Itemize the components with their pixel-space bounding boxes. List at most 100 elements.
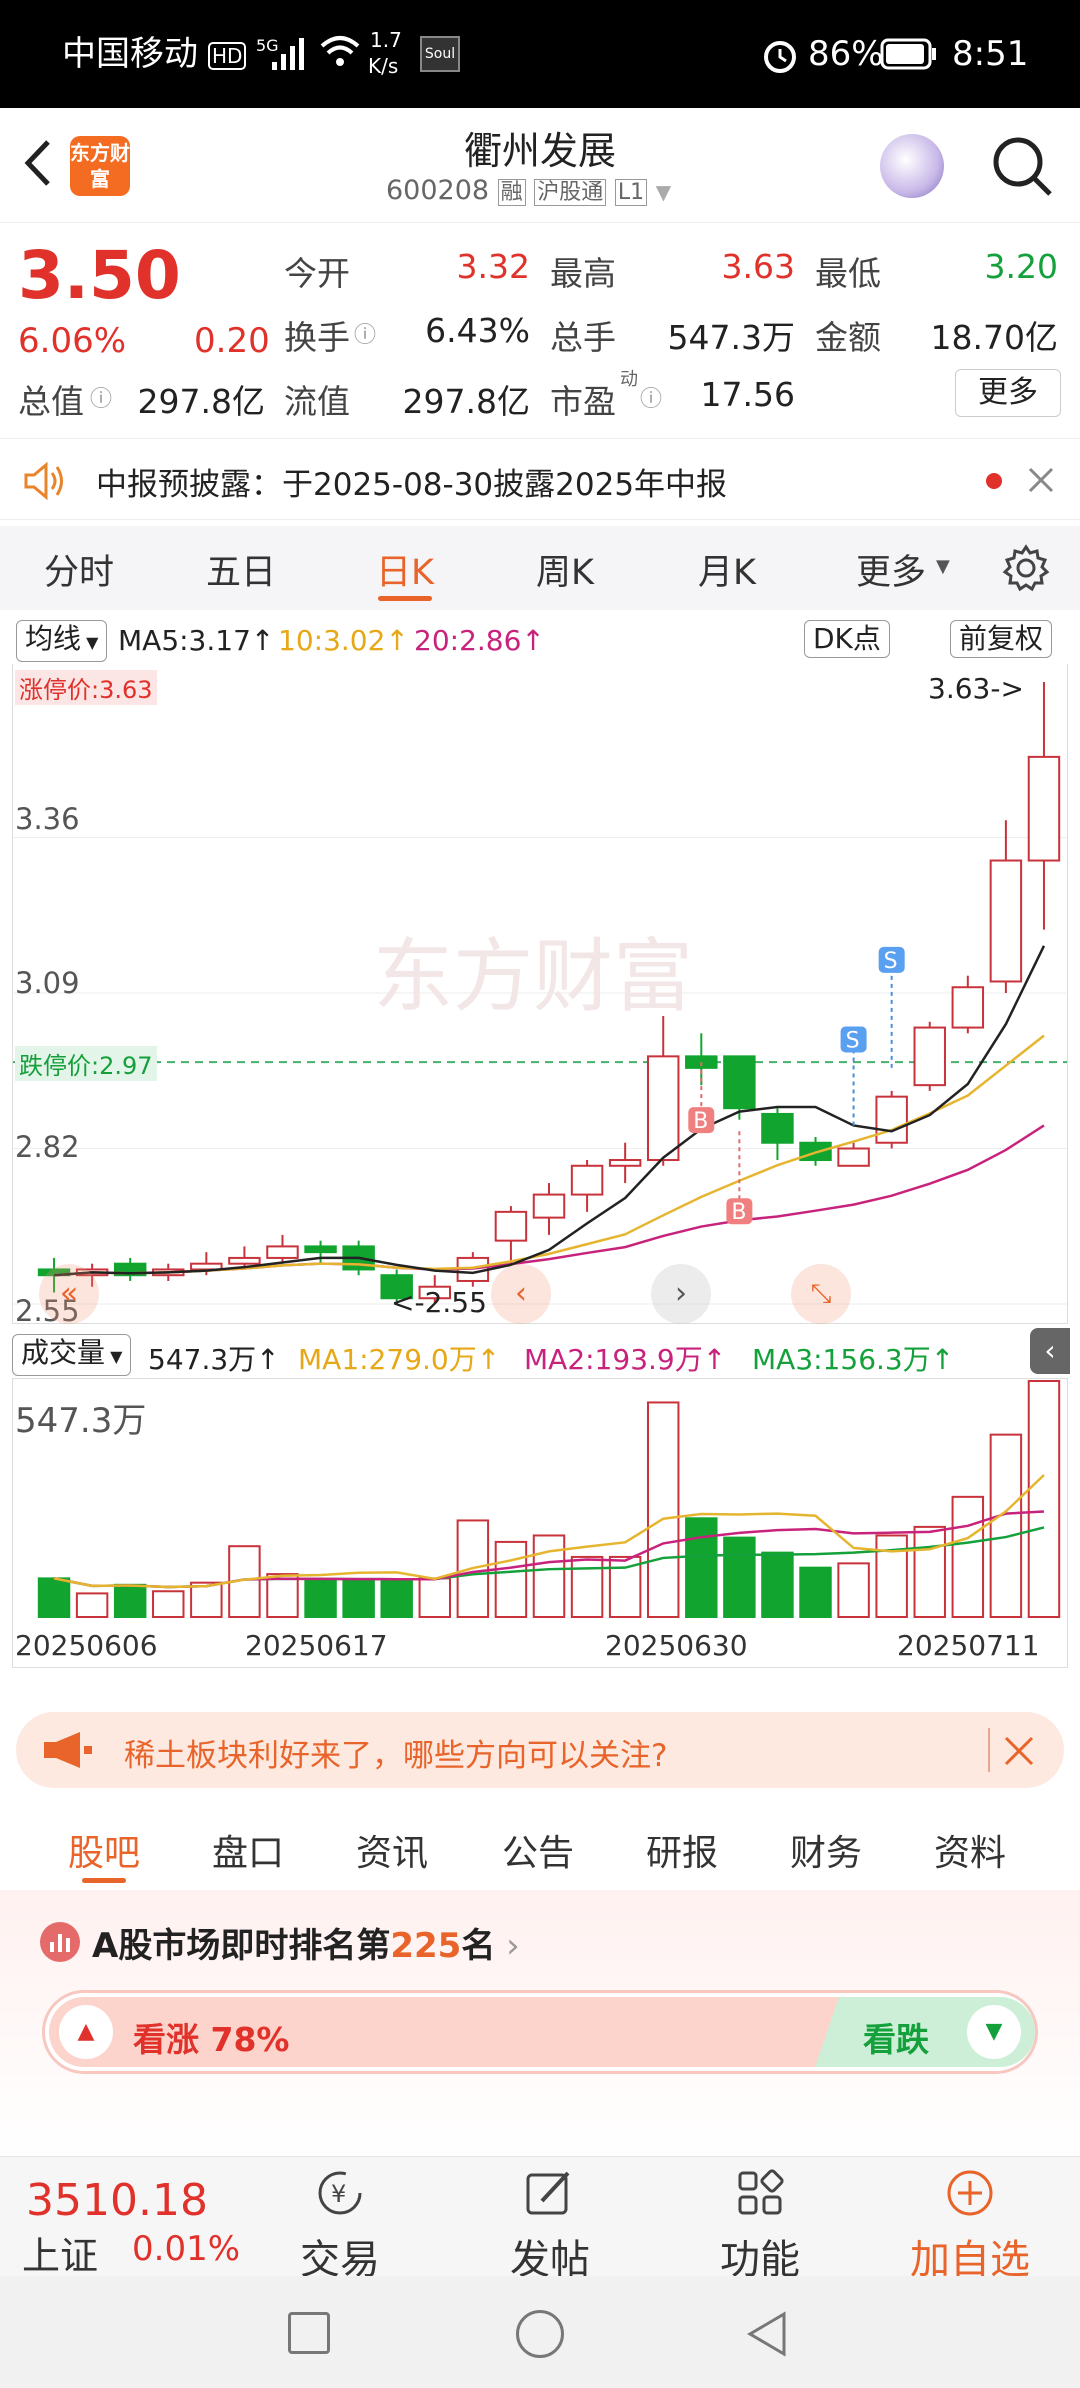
net-speed: 1.7 xyxy=(370,28,402,52)
unread-dot xyxy=(986,473,1002,489)
volume-label: 总手 xyxy=(550,318,616,357)
tab-profile[interactable]: 资料 xyxy=(934,1824,1006,1876)
function-button[interactable]: 功能 xyxy=(690,2167,830,2285)
add-watchlist-button[interactable]: 加自选 xyxy=(900,2167,1040,2285)
index-name: 上证 xyxy=(22,2234,99,2278)
collapse-panel-icon[interactable]: ‹ xyxy=(1030,1328,1070,1374)
info-icon[interactable]: ⓘ xyxy=(354,317,376,349)
clock: 8:51 xyxy=(952,34,1029,74)
close-icon[interactable] xyxy=(1026,465,1056,495)
candle-body xyxy=(875,1095,908,1144)
edit-icon xyxy=(526,2171,570,2215)
date-label: 20250617 xyxy=(245,1629,388,1662)
tab-research[interactable]: 研报 xyxy=(646,1824,718,1876)
up-arrow-icon: ▲ xyxy=(59,2005,113,2059)
vote-up-area[interactable]: ▲ 看涨 78% xyxy=(49,1997,839,2067)
index-value[interactable]: 3510.18 xyxy=(26,2175,208,2226)
volume-bar xyxy=(418,1577,452,1619)
market-cap-value: 297.8亿 xyxy=(137,382,265,421)
float-cap-label: 流值 xyxy=(284,382,350,421)
tab-five-day[interactable]: 五日 xyxy=(206,544,276,595)
trade-button[interactable]: ¥ 交易 xyxy=(270,2167,410,2285)
vol-ma3: MA3:156.3万↑ xyxy=(752,1343,955,1376)
post-button[interactable]: 发帖 xyxy=(480,2167,620,2285)
system-nav-bar xyxy=(0,2276,1080,2388)
min-price-marker: <-2.55 xyxy=(391,1286,487,1319)
scroll-left-icon[interactable]: « xyxy=(39,1264,99,1324)
tab-news[interactable]: 资讯 xyxy=(356,1824,428,1876)
volume-bar xyxy=(989,1433,1023,1618)
vote-down-area[interactable]: 看跌 ▼ xyxy=(815,1997,1035,2067)
limit-down-label: 跌停价:2.97 xyxy=(15,1046,157,1081)
active-tab-indicator xyxy=(82,1878,126,1883)
tab-financials[interactable]: 财务 xyxy=(790,1824,862,1876)
news-banner[interactable]: 稀土板块利好来了，哪些方向可以关注? xyxy=(16,1712,1064,1788)
candle-body xyxy=(685,1055,718,1069)
kline-chart[interactable]: 东方财富 B B S S 涨停价:3.63 跌停价:2.97 3.63-> <-2.5… xyxy=(12,664,1068,1328)
volume-bar xyxy=(761,1551,794,1619)
back-nav-icon[interactable] xyxy=(744,2310,788,2358)
prev-icon[interactable]: ‹ xyxy=(491,1264,551,1324)
chevron-down-icon: ▼ xyxy=(936,556,950,577)
rank-suffix: 名 xyxy=(461,1926,496,1966)
info-icon[interactable]: ⓘ xyxy=(90,381,112,413)
search-icon[interactable] xyxy=(988,132,1058,202)
signal-icon xyxy=(272,38,304,70)
adjust-button[interactable]: 前复权 xyxy=(950,620,1053,658)
tab-more[interactable]: 更多 xyxy=(856,544,926,595)
volume-bar xyxy=(837,1562,870,1618)
ma-legend-bar: 均线 ▼ MA5:3.17↑ 10:3.02↑ 20:2.86↑ DK点 前复权 xyxy=(0,612,1080,664)
volume-svg xyxy=(37,1380,1061,1619)
volume-bar xyxy=(570,1555,604,1619)
date-label: 20250606 xyxy=(15,1629,158,1662)
notice-bar[interactable]: 中报预披露：于2025-08-30披露2025年中报 xyxy=(0,438,1080,520)
info-icon[interactable]: ⓘ xyxy=(640,381,662,413)
vol-max-label: 547.3万 xyxy=(15,1401,147,1441)
rank-chart-icon xyxy=(40,1922,80,1962)
candle-body xyxy=(1027,755,1061,862)
tab-monthly-k[interactable]: 月K xyxy=(698,544,756,595)
active-tab-indicator xyxy=(378,596,432,601)
stock-code-row[interactable]: 600208 融 沪股通 L1 ▼ xyxy=(386,174,671,206)
volume-bar xyxy=(152,1590,185,1619)
candle-body xyxy=(304,1245,337,1254)
turnover-value: 6.43% xyxy=(425,311,530,350)
date-label: 20250711 xyxy=(897,1629,1040,1662)
tab-announcements[interactable]: 公告 xyxy=(502,1824,574,1876)
ma-selector[interactable]: 均线 ▼ xyxy=(16,620,108,662)
svg-text:¥: ¥ xyxy=(331,2180,346,2208)
rank-title[interactable]: A股市场即时排名第225名 › xyxy=(92,1918,520,1967)
down-arrow-icon: ▼ xyxy=(967,2005,1021,2059)
candle-body xyxy=(266,1245,299,1259)
tab-daily-k[interactable]: 日K xyxy=(376,544,434,595)
close-icon[interactable] xyxy=(1002,1734,1036,1768)
dk-point-button[interactable]: DK点 xyxy=(804,620,890,658)
indicator-selector[interactable]: 成交量 ▼ xyxy=(12,1334,132,1376)
more-quote-button[interactable]: 更多 xyxy=(955,369,1061,417)
volume-bar xyxy=(494,1540,528,1618)
volume-bar xyxy=(799,1566,832,1618)
robot-assistant-icon[interactable] xyxy=(880,134,944,198)
bottom-toolbar: 3510.18 上证 0.01% ¥ 交易 发帖 功能 加自选 xyxy=(0,2156,1080,2283)
vote-up-label: 看涨 78% xyxy=(133,2020,290,2059)
vol-ma1: MA1:279.0万↑ xyxy=(298,1343,501,1376)
high-value: 3.63 xyxy=(721,247,795,286)
carrier: 中国移动 xyxy=(62,34,198,74)
home-icon[interactable] xyxy=(516,2310,564,2358)
candle-body xyxy=(608,1159,642,1167)
tab-forum[interactable]: 股吧 xyxy=(68,1824,140,1876)
period-tabs: 分时 五日 日K 周K 月K 更多 ▼ xyxy=(0,526,1080,610)
date-label: 20250630 xyxy=(605,1629,748,1662)
volume-chart[interactable]: 547.3万 20250606 20250617 20250630 202507… xyxy=(12,1378,1068,1668)
ma5-value: MA5:3.17↑ xyxy=(118,624,275,657)
volume-bar xyxy=(342,1579,375,1618)
tab-orderbook[interactable]: 盘口 xyxy=(212,1824,284,1876)
gear-icon[interactable] xyxy=(1002,544,1050,592)
fullscreen-icon[interactable]: ⤡ xyxy=(791,1264,851,1324)
recent-apps-icon[interactable] xyxy=(288,2312,330,2354)
tab-intraday[interactable]: 分时 xyxy=(44,544,114,595)
pe-dynamic-mark: 动 xyxy=(620,369,638,390)
volume-bar xyxy=(532,1534,566,1619)
next-icon[interactable]: › xyxy=(651,1264,711,1324)
tab-weekly-k[interactable]: 周K xyxy=(536,544,594,595)
